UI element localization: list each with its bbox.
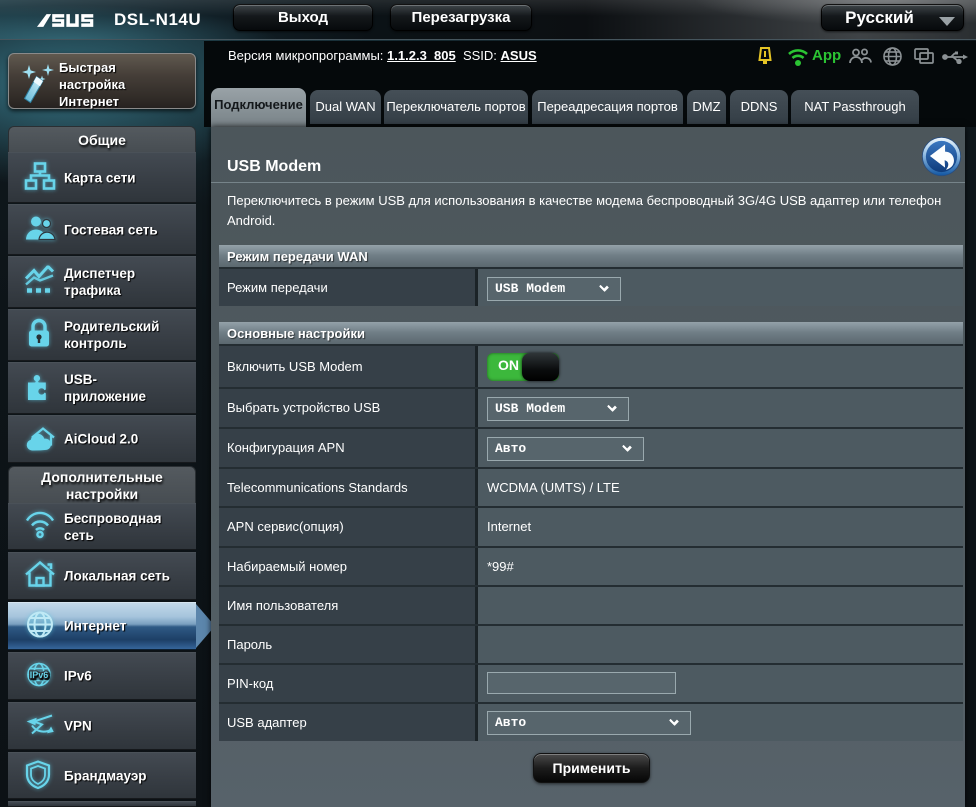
svg-text:IPv6: IPv6 — [30, 670, 49, 680]
